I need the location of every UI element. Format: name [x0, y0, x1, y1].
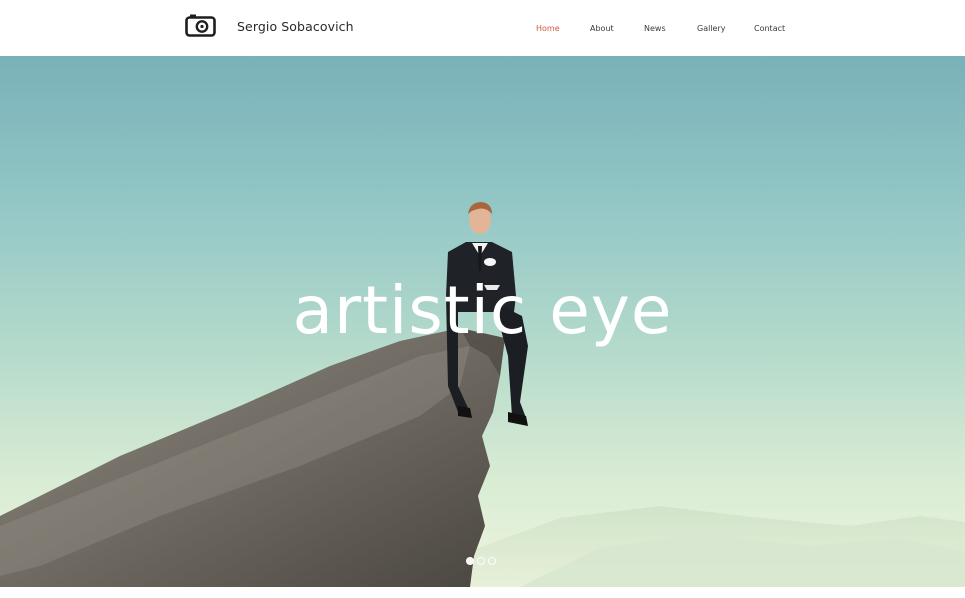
hero-headline: artistic eye — [292, 272, 673, 349]
slide-dot-3[interactable] — [488, 557, 496, 565]
nav-about[interactable]: About — [590, 24, 614, 33]
nav-news[interactable]: News — [644, 24, 666, 33]
site-header: Sergio Sobacovich Home About News Galler… — [0, 0, 965, 56]
slide-dot-2[interactable] — [477, 557, 485, 565]
slide-dot-1[interactable] — [466, 557, 474, 565]
nav-gallery[interactable]: Gallery — [697, 24, 726, 33]
slider-pagination — [466, 557, 506, 569]
hero-slider: artistic eye — [0, 56, 965, 587]
page-bottom — [0, 587, 965, 598]
nav-home[interactable]: Home — [536, 24, 560, 33]
main-nav: Home About News Gallery Contact — [0, 24, 965, 38]
nav-contact[interactable]: Contact — [754, 24, 785, 33]
